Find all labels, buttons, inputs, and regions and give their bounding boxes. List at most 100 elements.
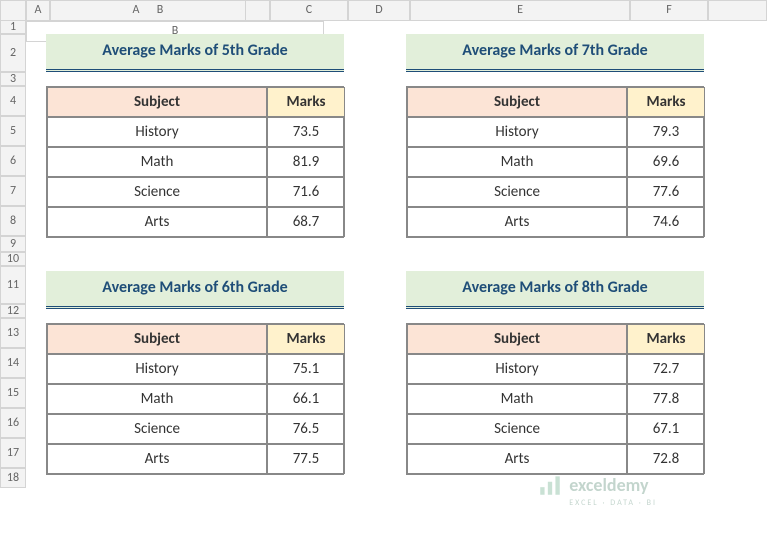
cell-marks[interactable]: 77.5 bbox=[267, 444, 345, 474]
column-header-row: A B C D E F bbox=[0, 0, 767, 20]
grade7-title[interactable]: Average Marks of 7th Grade bbox=[406, 34, 704, 72]
cell-marks[interactable]: 67.1 bbox=[627, 414, 705, 444]
row-1[interactable]: 1 bbox=[0, 20, 26, 34]
cell-marks[interactable]: 72.7 bbox=[627, 354, 705, 384]
table-row: History75.1 bbox=[47, 354, 343, 384]
cell-subject[interactable]: Arts bbox=[47, 207, 267, 237]
cell-subject[interactable]: History bbox=[407, 117, 627, 147]
marks-header[interactable]: Marks bbox=[267, 87, 345, 117]
grade5-table: Subject Marks History73.5 Math81.9 Scien… bbox=[46, 86, 344, 238]
table-row: Math81.9 bbox=[47, 147, 343, 177]
grade6-title[interactable]: Average Marks of 6th Grade bbox=[46, 271, 344, 309]
cell-subject[interactable]: Math bbox=[47, 147, 267, 177]
cell-marks[interactable]: 68.7 bbox=[267, 207, 345, 237]
row-13[interactable]: 13 bbox=[0, 318, 26, 348]
row-headers: 1 2 3 4 5 6 7 8 9 10 11 12 13 14 15 16 1… bbox=[0, 20, 26, 488]
cell-marks[interactable]: 71.6 bbox=[267, 177, 345, 207]
table-header: Subject Marks bbox=[407, 324, 703, 354]
col-E[interactable]: E bbox=[410, 0, 630, 21]
row-9[interactable]: 9 bbox=[0, 236, 26, 252]
row-17[interactable]: 17 bbox=[0, 438, 26, 468]
table-row: Science71.6 bbox=[47, 177, 343, 207]
grade7-block: Average Marks of 7th Grade Subject Marks… bbox=[406, 34, 704, 238]
table-row: Math77.8 bbox=[407, 384, 703, 414]
table-row: Math66.1 bbox=[47, 384, 343, 414]
cell-subject[interactable]: History bbox=[47, 117, 267, 147]
row-12[interactable]: 12 bbox=[0, 304, 26, 318]
cell-marks[interactable]: 79.3 bbox=[627, 117, 705, 147]
marks-header[interactable]: Marks bbox=[267, 324, 345, 354]
cell-subject[interactable]: Math bbox=[407, 384, 627, 414]
row-10[interactable]: 10 bbox=[0, 252, 26, 266]
row-18[interactable]: 18 bbox=[0, 468, 26, 488]
cell-marks[interactable]: 72.8 bbox=[627, 444, 705, 474]
cell-subject[interactable]: Arts bbox=[407, 444, 627, 474]
cell-subject[interactable]: Math bbox=[47, 384, 267, 414]
subject-header[interactable]: Subject bbox=[47, 324, 267, 354]
grade7-table: Subject Marks History79.3 Math69.6 Scien… bbox=[406, 86, 704, 238]
cell-marks[interactable]: 81.9 bbox=[267, 147, 345, 177]
marks-header[interactable]: Marks bbox=[627, 324, 705, 354]
cell-marks[interactable]: 74.6 bbox=[627, 207, 705, 237]
cell-subject[interactable]: Arts bbox=[407, 207, 627, 237]
table-row: History79.3 bbox=[407, 117, 703, 147]
cell-marks[interactable]: 66.1 bbox=[267, 384, 345, 414]
table-row: Science67.1 bbox=[407, 414, 703, 444]
grade8-title[interactable]: Average Marks of 8th Grade bbox=[406, 271, 704, 309]
marks-header[interactable]: Marks bbox=[627, 87, 705, 117]
cell-marks[interactable]: 77.8 bbox=[627, 384, 705, 414]
row-4[interactable]: 4 bbox=[0, 86, 26, 116]
table-row: Math69.6 bbox=[407, 147, 703, 177]
table-row: Science76.5 bbox=[47, 414, 343, 444]
col-D[interactable]: D bbox=[348, 0, 410, 21]
cell-subject[interactable]: History bbox=[407, 354, 627, 384]
cell-marks[interactable]: 77.6 bbox=[627, 177, 705, 207]
row-3[interactable]: 3 bbox=[0, 72, 26, 86]
cell-marks[interactable]: 69.6 bbox=[627, 147, 705, 177]
table-row: Arts72.8 bbox=[407, 444, 703, 474]
subject-header[interactable]: Subject bbox=[407, 324, 627, 354]
table-row: Arts74.6 bbox=[407, 207, 703, 237]
row-14[interactable]: 14 bbox=[0, 348, 26, 378]
cell-marks[interactable]: 75.1 bbox=[267, 354, 345, 384]
col-F[interactable]: F bbox=[630, 0, 708, 21]
row-11[interactable]: 11 bbox=[0, 266, 26, 304]
row-2[interactable]: 2 bbox=[0, 34, 26, 72]
cell-subject[interactable]: Arts bbox=[47, 444, 267, 474]
watermark: exceldemy EXCEL · DATA · BI bbox=[537, 472, 657, 508]
select-all[interactable] bbox=[0, 0, 26, 21]
cell-subject[interactable]: Science bbox=[47, 414, 267, 444]
row-7[interactable]: 7 bbox=[0, 176, 26, 206]
cell-subject[interactable]: Science bbox=[47, 177, 267, 207]
cell-marks[interactable]: 76.5 bbox=[267, 414, 345, 444]
watermark-brand: exceldemy bbox=[569, 474, 648, 496]
row-15[interactable]: 15 bbox=[0, 378, 26, 408]
row-6[interactable]: 6 bbox=[0, 146, 26, 176]
grade6-table: Subject Marks History75.1 Math66.1 Scien… bbox=[46, 323, 344, 475]
col-A[interactable]: A bbox=[26, 0, 50, 21]
cell-subject[interactable]: History bbox=[47, 354, 267, 384]
row-16[interactable]: 16 bbox=[0, 408, 26, 438]
grade5-title[interactable]: Average Marks of 5th Grade bbox=[46, 34, 344, 72]
row-8[interactable]: 8 bbox=[0, 206, 26, 236]
table-row: History72.7 bbox=[407, 354, 703, 384]
table-row: Science77.6 bbox=[407, 177, 703, 207]
cell-subject[interactable]: Math bbox=[407, 147, 627, 177]
table-row: Arts77.5 bbox=[47, 444, 343, 474]
table-row: History73.5 bbox=[47, 117, 343, 147]
col-B[interactable]: B bbox=[50, 0, 270, 21]
table-header: Subject Marks bbox=[407, 87, 703, 117]
subject-header[interactable]: Subject bbox=[47, 87, 267, 117]
row-5[interactable]: 5 bbox=[0, 116, 26, 146]
table-header: Subject Marks bbox=[47, 324, 343, 354]
col-C[interactable]: C bbox=[270, 0, 348, 21]
subject-header[interactable]: Subject bbox=[407, 87, 627, 117]
col-G[interactable] bbox=[708, 0, 767, 21]
watermark-icon bbox=[537, 472, 563, 498]
table-row: Arts68.7 bbox=[47, 207, 343, 237]
grade8-block: Average Marks of 8th Grade Subject Marks… bbox=[406, 271, 704, 475]
cell-marks[interactable]: 73.5 bbox=[267, 117, 345, 147]
grade8-table: Subject Marks History72.7 Math77.8 Scien… bbox=[406, 323, 704, 475]
cell-subject[interactable]: Science bbox=[407, 177, 627, 207]
cell-subject[interactable]: Science bbox=[407, 414, 627, 444]
